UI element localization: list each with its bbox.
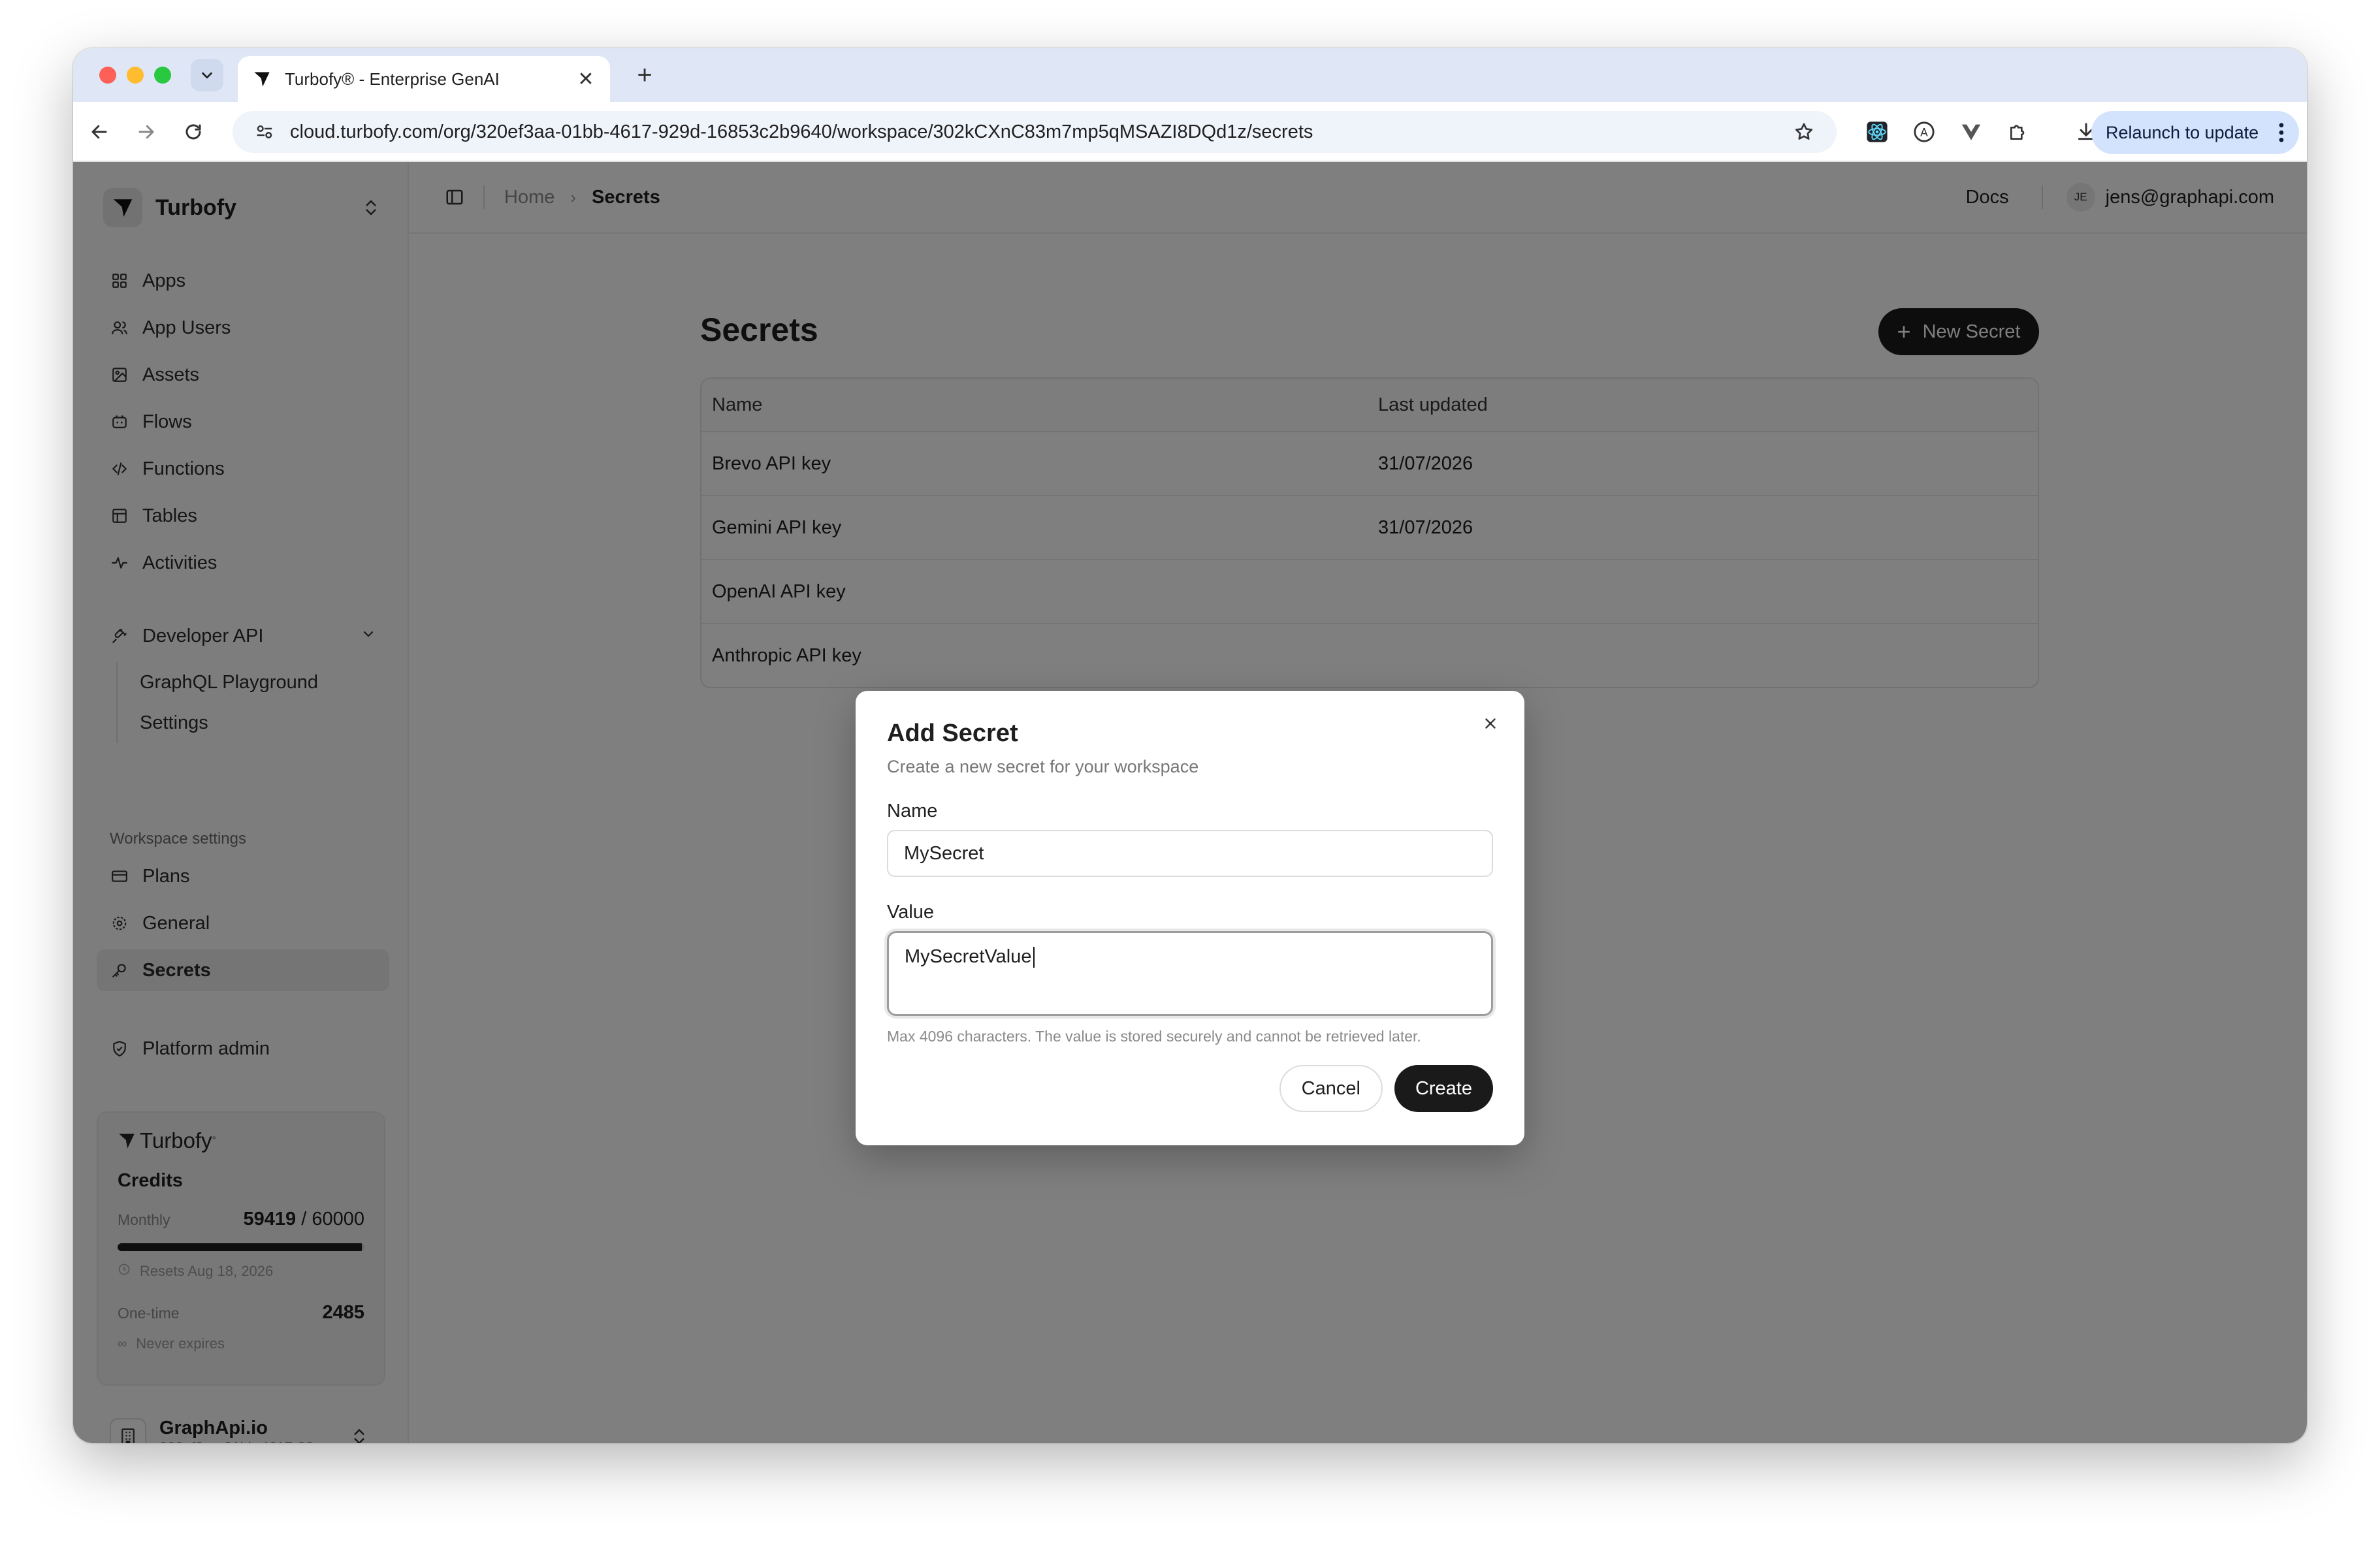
forward-button[interactable]: [131, 116, 162, 148]
browser-tab[interactable]: Turbofy® - Enterprise GenAI ✕: [238, 56, 610, 102]
name-field-value: MySecret: [904, 842, 984, 864]
address-bar[interactable]: cloud.turbofy.com/org/320ef3aa-01bb-4617…: [233, 111, 1837, 153]
more-vert-icon: [2279, 123, 2284, 142]
tab-title: Turbofy® - Enterprise GenAI: [285, 69, 500, 89]
svg-text:A: A: [1920, 126, 1928, 139]
browser-toolbar: cloud.turbofy.com/org/320ef3aa-01bb-4617…: [73, 102, 2307, 162]
value-field[interactable]: MySecretValue: [887, 931, 1493, 1016]
value-hint: Max 4096 characters. The value is stored…: [887, 1028, 1421, 1045]
relaunch-to-update-button[interactable]: Relaunch to update: [2091, 111, 2299, 154]
bookmark-star-icon[interactable]: [1791, 119, 1817, 145]
name-field[interactable]: MySecret: [887, 830, 1493, 877]
value-field-value: MySecretValue: [905, 946, 1032, 967]
reload-icon: [185, 124, 201, 140]
close-icon[interactable]: [1476, 709, 1505, 738]
tab-bar: Turbofy® - Enterprise GenAI ✕ +: [73, 48, 2307, 102]
relaunch-label: Relaunch to update: [2106, 122, 2259, 142]
accessibility-extension-icon[interactable]: A: [1910, 118, 1938, 146]
value-field-label: Value: [887, 902, 935, 923]
url-text: cloud.turbofy.com/org/320ef3aa-01bb-4617…: [290, 121, 1313, 142]
vue-extension-icon[interactable]: [1957, 118, 1986, 146]
site-settings-icon[interactable]: [252, 119, 277, 144]
minimize-window-button[interactable]: [127, 67, 144, 84]
turbofy-favicon-icon: [251, 68, 273, 90]
add-secret-dialog: Add Secret Create a new secret for your …: [856, 691, 1524, 1145]
dialog-subtitle: Create a new secret for your workspace: [887, 757, 1199, 776]
close-window-button[interactable]: [99, 67, 116, 84]
back-button[interactable]: [84, 116, 115, 148]
tab-search-button[interactable]: [191, 59, 223, 91]
cancel-button[interactable]: Cancel: [1279, 1065, 1383, 1112]
new-tab-button[interactable]: +: [630, 60, 660, 90]
text-caret: [1033, 947, 1035, 968]
name-field-label: Name: [887, 801, 938, 821]
react-devtools-extension-icon[interactable]: [1863, 118, 1891, 146]
arrow-right-icon: [138, 125, 154, 139]
create-button[interactable]: Create: [1394, 1065, 1493, 1112]
dialog-actions: Cancel Create: [887, 1065, 1493, 1112]
extensions-puzzle-icon[interactable]: [2004, 118, 2033, 146]
browser-window: Turbofy® - Enterprise GenAI ✕ + cloud.tu…: [73, 48, 2307, 1443]
chevron-down-icon: [202, 72, 212, 79]
reload-button[interactable]: [178, 116, 209, 148]
dialog-title: Add Secret: [887, 720, 1018, 747]
app-area: Turbofy Apps App Users Assets: [73, 162, 2307, 1443]
tab-close-icon[interactable]: ✕: [575, 68, 597, 91]
arrow-left-icon: [91, 125, 107, 139]
maximize-window-button[interactable]: [154, 67, 171, 84]
